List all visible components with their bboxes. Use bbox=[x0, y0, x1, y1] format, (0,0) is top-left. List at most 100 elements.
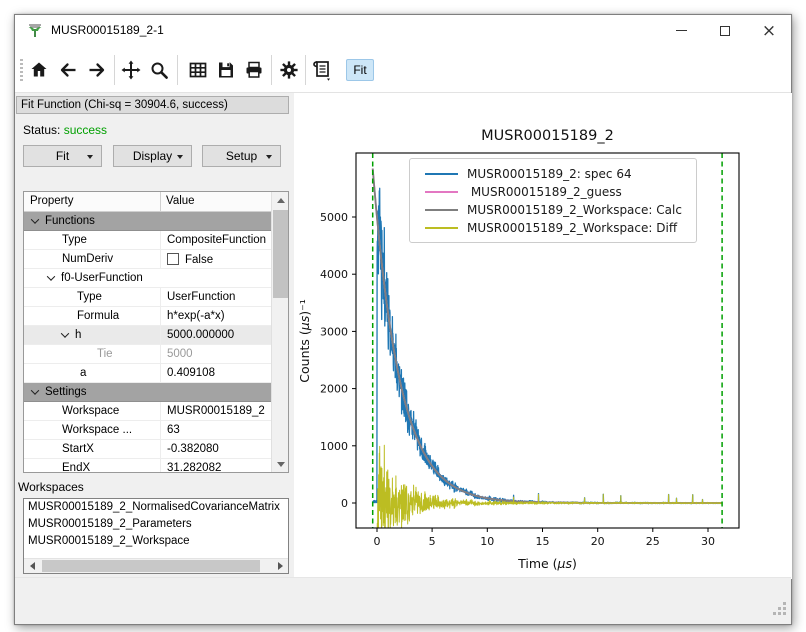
title-bar[interactable]: MUSR00015189_2-1 × bbox=[15, 15, 791, 47]
minimize-button[interactable] bbox=[659, 15, 703, 46]
table-row-numderiv[interactable]: NumDerivFalse bbox=[24, 250, 271, 269]
svg-text:4000: 4000 bbox=[320, 268, 348, 281]
svg-text:0: 0 bbox=[374, 535, 381, 548]
column-header-property: Property bbox=[30, 195, 73, 207]
scrollbar-thumb[interactable] bbox=[273, 210, 288, 298]
svg-text:Time (μs): Time (μs) bbox=[517, 556, 577, 571]
fit-property-table: Property Value Functions TypeCompositeFu… bbox=[23, 191, 289, 473]
svg-text:5: 5 bbox=[429, 535, 436, 548]
table-row-f0-type[interactable]: TypeUserFunction bbox=[24, 288, 271, 307]
script-icon bbox=[310, 58, 334, 82]
column-divider bbox=[160, 192, 161, 212]
main-area: Fit Function (Chi-sq = 30904.6, success)… bbox=[15, 93, 791, 579]
list-item[interactable]: MUSR00015189_2_Parameters bbox=[24, 516, 288, 533]
pan-icon bbox=[120, 59, 142, 81]
resize-grip-icon[interactable] bbox=[773, 602, 786, 615]
plot-panel: 051015202530010002000300040005000MUSR000… bbox=[294, 93, 792, 579]
collapse-chevron-icon[interactable] bbox=[31, 215, 39, 223]
fit-status: Status: success bbox=[23, 123, 107, 137]
collapse-chevron-icon[interactable] bbox=[31, 386, 39, 394]
fit-property-panel: Fit Function (Chi-sq = 30904.6, success)… bbox=[15, 93, 293, 579]
display-menu-label: Display bbox=[133, 149, 172, 163]
series-line-sample bbox=[425, 191, 458, 194]
numderiv-checkbox[interactable] bbox=[167, 253, 179, 265]
series-line-sample bbox=[425, 227, 458, 230]
table-row-type[interactable]: TypeCompositeFunction bbox=[24, 231, 271, 250]
chevron-down-icon bbox=[177, 155, 183, 159]
table-row-h[interactable]: h5000.000000 bbox=[24, 326, 271, 345]
save-button[interactable] bbox=[211, 55, 241, 85]
series-line-sample bbox=[425, 209, 458, 212]
close-icon: × bbox=[762, 26, 776, 36]
print-icon bbox=[243, 59, 265, 81]
gear-icon bbox=[278, 59, 300, 81]
list-item[interactable]: MUSR00015189_2_Workspace bbox=[24, 533, 288, 550]
customize-button[interactable] bbox=[274, 55, 304, 85]
scroll-down-button[interactable] bbox=[272, 456, 289, 472]
plot-legend: MUSR00015189_2: spec 64 MUSR00015189_2_g… bbox=[409, 158, 697, 243]
table-row-settings[interactable]: Settings bbox=[24, 383, 271, 402]
scrollbar-thumb[interactable] bbox=[42, 560, 260, 572]
table-row-formula[interactable]: Formulah*exp(-a*x) bbox=[24, 307, 271, 326]
home-button[interactable] bbox=[24, 55, 54, 85]
toolbar-separator bbox=[271, 55, 272, 85]
plot-toolbar: Fit bbox=[15, 47, 791, 93]
table-vertical-scrollbar[interactable] bbox=[271, 192, 288, 472]
fit-function-header: Fit Function (Chi-sq = 30904.6, success) bbox=[16, 96, 289, 114]
svg-text:2000: 2000 bbox=[320, 383, 348, 396]
setup-menu-button[interactable]: Setup bbox=[202, 145, 281, 167]
display-menu-button[interactable]: Display bbox=[113, 145, 192, 167]
fit-toolbar-button[interactable]: Fit bbox=[346, 59, 374, 81]
triangle-down-icon bbox=[277, 462, 285, 467]
svg-text:20: 20 bbox=[591, 535, 605, 548]
svg-text:25: 25 bbox=[646, 535, 660, 548]
column-header-value: Value bbox=[166, 195, 195, 207]
chevron-down-icon bbox=[87, 155, 93, 159]
workspaces-horizontal-scrollbar[interactable] bbox=[24, 558, 288, 573]
table-row-startx[interactable]: StartX-0.382080 bbox=[24, 440, 271, 459]
toolbar-separator bbox=[305, 55, 306, 85]
back-button[interactable] bbox=[53, 55, 83, 85]
svg-text:Counts (μs)⁻¹: Counts (μs)⁻¹ bbox=[297, 299, 312, 382]
subplots-button[interactable] bbox=[183, 55, 213, 85]
table-row-workspace[interactable]: WorkspaceMUSR00015189_2 bbox=[24, 402, 271, 421]
pan-button[interactable] bbox=[116, 55, 146, 85]
zoom-button[interactable] bbox=[144, 55, 174, 85]
table-header: Property Value bbox=[24, 192, 271, 212]
scroll-left-button[interactable] bbox=[24, 559, 40, 573]
table-row-endx[interactable]: EndX31.282082 bbox=[24, 459, 271, 473]
maximize-button[interactable] bbox=[703, 15, 747, 46]
fit-menu-label: Fit bbox=[56, 149, 69, 163]
list-item[interactable]: MUSR00015189_2_NormalisedCovarianceMatri… bbox=[24, 499, 288, 516]
svg-text:30: 30 bbox=[701, 535, 715, 548]
scroll-up-button[interactable] bbox=[272, 192, 289, 208]
legend-entry: MUSR00015189_2: spec 64 bbox=[418, 165, 688, 183]
generate-script-button[interactable] bbox=[307, 55, 337, 85]
minimize-icon bbox=[676, 30, 687, 31]
print-button[interactable] bbox=[239, 55, 269, 85]
collapse-chevron-icon[interactable] bbox=[47, 272, 55, 280]
table-row-functions[interactable]: Functions bbox=[24, 212, 271, 231]
toolbar-separator bbox=[177, 55, 178, 85]
collapse-chevron-icon[interactable] bbox=[61, 329, 69, 337]
legend-entry: MUSR00015189_2_Workspace: Calc bbox=[418, 201, 688, 219]
status-value: success bbox=[64, 123, 107, 137]
zoom-icon bbox=[148, 59, 170, 81]
table-row-a[interactable]: a0.409108 bbox=[24, 364, 271, 383]
svg-text:1000: 1000 bbox=[320, 440, 348, 453]
back-icon bbox=[57, 59, 79, 81]
save-icon bbox=[215, 59, 237, 81]
fit-menu-button[interactable]: Fit bbox=[23, 145, 102, 167]
forward-button[interactable] bbox=[82, 55, 112, 85]
home-icon bbox=[28, 59, 50, 81]
table-row-workspace-index[interactable]: Workspace ...63 bbox=[24, 421, 271, 440]
chevron-down-icon bbox=[266, 155, 272, 159]
triangle-up-icon bbox=[277, 198, 285, 203]
table-row-tie[interactable]: Tie5000 bbox=[24, 345, 271, 364]
toolbar-drag-handle[interactable] bbox=[20, 59, 23, 81]
close-button[interactable]: × bbox=[747, 15, 791, 46]
scroll-right-button[interactable] bbox=[272, 559, 288, 573]
svg-text:0: 0 bbox=[341, 497, 348, 510]
table-row-f0-userfunction[interactable]: f0-UserFunction bbox=[24, 269, 271, 288]
legend-entry: MUSR00015189_2_Workspace: Diff bbox=[418, 219, 688, 237]
